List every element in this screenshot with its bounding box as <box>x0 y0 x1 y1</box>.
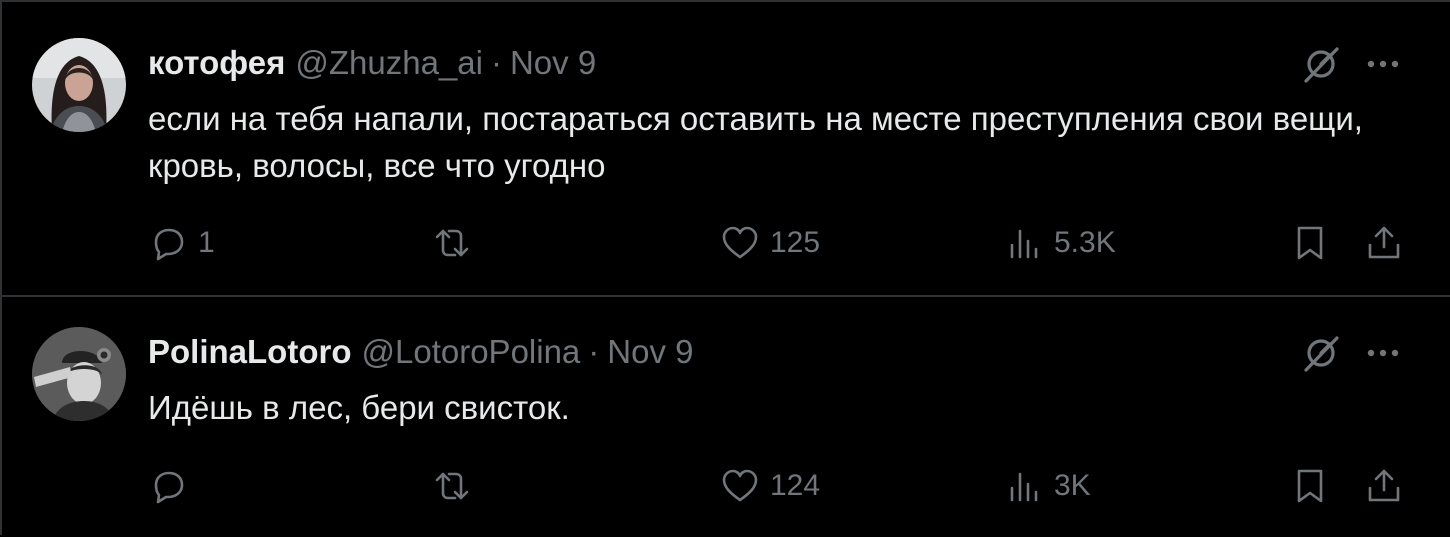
more-icon[interactable] <box>1362 332 1404 374</box>
grok-icon[interactable] <box>1300 332 1342 374</box>
views-count: 3K <box>1054 469 1091 502</box>
views-button[interactable]: 3K <box>1004 461 1091 511</box>
reply-count: 1 <box>198 226 215 259</box>
like-button[interactable]: 125 <box>720 218 820 268</box>
views-icon <box>1004 466 1044 506</box>
bookmark-button[interactable] <box>1290 461 1330 511</box>
share-button[interactable] <box>1364 461 1404 511</box>
tweet-date[interactable]: Nov 9 <box>607 332 693 372</box>
reply-button[interactable] <box>148 461 198 511</box>
bookmark-button[interactable] <box>1290 218 1330 268</box>
like-count: 124 <box>770 469 821 502</box>
like-count: 125 <box>770 226 821 259</box>
display-name[interactable]: котофея <box>148 43 285 83</box>
like-button[interactable]: 124 <box>720 461 820 511</box>
timeline: котофея @Zhuzha_ai · Nov 9 если на тебя … <box>0 0 1450 535</box>
tweet-header: PolinaLotoro @LotoroPolina · Nov 9 <box>148 332 694 372</box>
user-handle[interactable]: @Zhuzha_ai <box>295 43 483 83</box>
share-button[interactable] <box>1364 218 1404 268</box>
retweet-icon <box>432 466 472 506</box>
reply-icon <box>148 223 188 263</box>
tweet[interactable]: PolinaLotoro @LotoroPolina · Nov 9 Идёшь… <box>2 299 1450 537</box>
bookmark-icon <box>1290 223 1330 263</box>
separator-dot: · <box>490 44 502 81</box>
avatar[interactable] <box>32 38 126 132</box>
retweet-button[interactable] <box>432 218 472 268</box>
bookmark-icon <box>1290 466 1330 506</box>
reply-icon <box>148 466 188 506</box>
more-icon[interactable] <box>1362 43 1404 85</box>
retweet-button[interactable] <box>432 461 472 511</box>
tweet-actions: 1 125 5.3K <box>2 218 1450 268</box>
separator-dot: · <box>588 333 600 370</box>
tweet-header: котофея @Zhuzha_ai · Nov 9 <box>148 43 596 83</box>
share-icon <box>1364 223 1404 263</box>
views-icon <box>1004 223 1044 263</box>
views-button[interactable]: 5.3K <box>1004 218 1116 268</box>
avatar[interactable] <box>32 327 126 421</box>
grok-icon[interactable] <box>1300 43 1342 85</box>
views-count: 5.3K <box>1054 226 1116 259</box>
heart-icon <box>720 223 760 263</box>
tweet-date[interactable]: Nov 9 <box>510 43 596 83</box>
reply-button[interactable]: 1 <box>148 218 215 268</box>
tweet-text: Идёшь в лес, бери свисток. <box>148 389 570 426</box>
user-handle[interactable]: @LotoroPolina <box>361 332 580 372</box>
tweet-text: если на тебя напали, постараться оставит… <box>148 100 1363 184</box>
heart-icon <box>720 466 760 506</box>
retweet-icon <box>432 223 472 263</box>
tweet-actions: 124 3K <box>2 461 1450 511</box>
tweet[interactable]: котофея @Zhuzha_ai · Nov 9 если на тебя … <box>2 2 1450 297</box>
share-icon <box>1364 466 1404 506</box>
display-name[interactable]: PolinaLotoro <box>148 332 351 372</box>
